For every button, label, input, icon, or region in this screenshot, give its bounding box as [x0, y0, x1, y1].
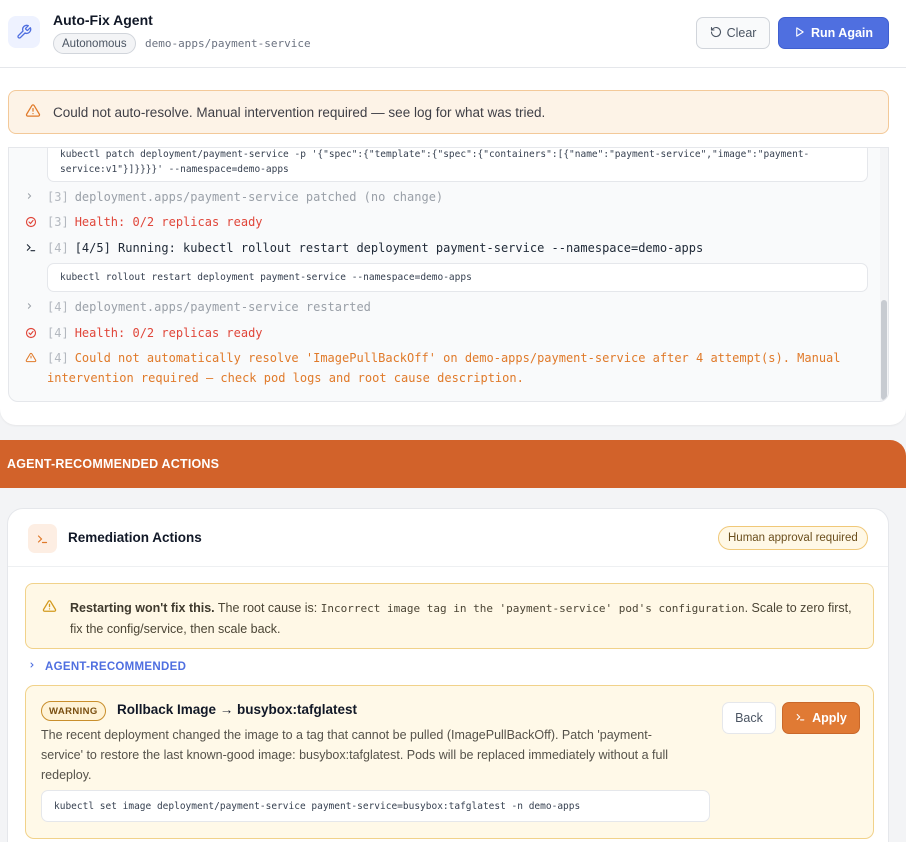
alert-banner: Could not auto-resolve. Manual intervent… — [8, 90, 889, 134]
command-line: kubectl patch deployment/payment-service… — [60, 149, 810, 160]
log-entry: [4] deployment.apps/payment-service resta… — [25, 297, 371, 317]
agent-recommended-toggle[interactable]: AGENT-RECOMMENDED — [28, 660, 186, 673]
warning-line2: fix the config/service, then scale back. — [70, 622, 281, 636]
clear-button[interactable]: Clear — [696, 17, 770, 49]
log-step: [4] — [47, 326, 69, 340]
section-header: AGENT-RECOMMENDED ACTIONS — [0, 440, 906, 488]
chevron-right-icon — [28, 660, 36, 673]
action-card: WARNING Rollback Image → busybox:tafglat… — [25, 685, 874, 839]
warning-post: . Scale to zero first, — [744, 601, 852, 615]
log-step: [3] — [47, 215, 69, 229]
action-command: kubectl set image deployment/payment-ser… — [41, 790, 710, 822]
log-entry: [4] Health: 0/2 replicas ready — [25, 323, 263, 343]
terminal-icon — [25, 238, 47, 253]
alert-circle-icon — [25, 323, 47, 339]
wrench-icon — [8, 16, 40, 48]
log-message: deployment.apps/payment-service patched … — [74, 190, 444, 204]
log-entry: [3] Health: 0/2 replicas ready — [25, 212, 263, 232]
log-message: Could not automatically resolve 'ImagePu… — [74, 351, 841, 365]
terminal-icon — [28, 524, 57, 553]
action-description: The recent deployment changed the image … — [41, 728, 669, 782]
apply-button[interactable]: Apply — [782, 702, 860, 734]
log-entry-continuation: intervention required — check pod logs a… — [47, 368, 524, 388]
divider — [8, 566, 888, 567]
back-button[interactable]: Back — [722, 702, 776, 734]
log-entry: [4] Could not automatically resolve 'Imag… — [25, 348, 841, 368]
action-title: Rollback Image → busybox:tafglatest — [117, 702, 358, 717]
log-step: [3] — [47, 190, 69, 204]
log-message: intervention required — check pod logs a… — [47, 371, 524, 385]
alert-triangle-icon — [42, 599, 57, 618]
log-entry: [4] [4/5] Running: kubectl rollout restar… — [25, 238, 703, 258]
alert-text: Could not auto-resolve. Manual intervent… — [53, 104, 546, 120]
target-path: demo-apps/payment-service — [145, 37, 311, 50]
severity-badge: WARNING — [41, 701, 106, 721]
log-entry: [3] deployment.apps/payment-service patch… — [25, 187, 443, 207]
chevron-right-icon — [25, 297, 47, 311]
agent-recommended-label: AGENT-RECOMMENDED — [45, 660, 187, 673]
section-title: AGENT-RECOMMENDED ACTIONS — [7, 457, 220, 471]
mode-badge: Autonomous — [53, 33, 136, 54]
log-scrollbar[interactable] — [880, 148, 888, 401]
reset-icon — [710, 26, 722, 41]
apply-label: Apply — [812, 711, 847, 725]
play-icon — [794, 26, 805, 41]
log-step: [4] — [47, 241, 69, 255]
log-step: [4] — [47, 351, 69, 365]
agent-log[interactable]: kubectl patch deployment/payment-service… — [8, 147, 889, 402]
command-block: kubectl patch deployment/payment-service… — [47, 148, 868, 182]
remediation-card: Remediation Actions Human approval requi… — [7, 508, 889, 842]
alert-triangle-icon — [25, 348, 47, 363]
run-again-label: Run Again — [810, 26, 874, 40]
alert-circle-icon — [25, 212, 47, 228]
root-cause-warning: Restarting won't fix this. The root caus… — [25, 583, 874, 649]
auto-fix-agent-panel: Auto-Fix Agent Autonomous demo-apps/paym… — [0, 0, 906, 425]
warning-text: Restarting won't fix this. The root caus… — [70, 598, 870, 639]
log-message: Health: 0/2 replicas ready — [74, 215, 263, 229]
command-block: kubectl rollout restart deployment payme… — [47, 263, 868, 292]
log-message: [4/5] Running: kubectl rollout restart d… — [74, 241, 704, 255]
scrollbar-thumb[interactable] — [881, 300, 887, 400]
command-line: service:v1"}]}}}}' --namespace=demo-apps — [60, 164, 289, 175]
log-message: deployment.apps/payment-service restarte… — [74, 300, 371, 314]
terminal-icon — [795, 711, 806, 725]
approval-badge: Human approval required — [718, 526, 868, 550]
command-line: kubectl rollout restart deployment payme… — [60, 272, 472, 283]
root-cause-code: Incorrect image tag in the 'payment-serv… — [320, 602, 745, 615]
log-message: Health: 0/2 replicas ready — [74, 326, 263, 340]
alert-triangle-icon — [25, 103, 41, 121]
divider — [0, 67, 906, 68]
agent-title: Auto-Fix Agent — [53, 12, 153, 28]
chevron-right-icon — [25, 187, 47, 201]
log-step: [4] — [47, 300, 69, 314]
warning-heading: Restarting won't fix this. — [70, 601, 215, 615]
remediation-title: Remediation Actions — [68, 530, 202, 545]
clear-label: Clear — [726, 26, 757, 40]
run-again-button[interactable]: Run Again — [778, 17, 889, 49]
warning-intro: The root cause is: — [217, 601, 318, 615]
